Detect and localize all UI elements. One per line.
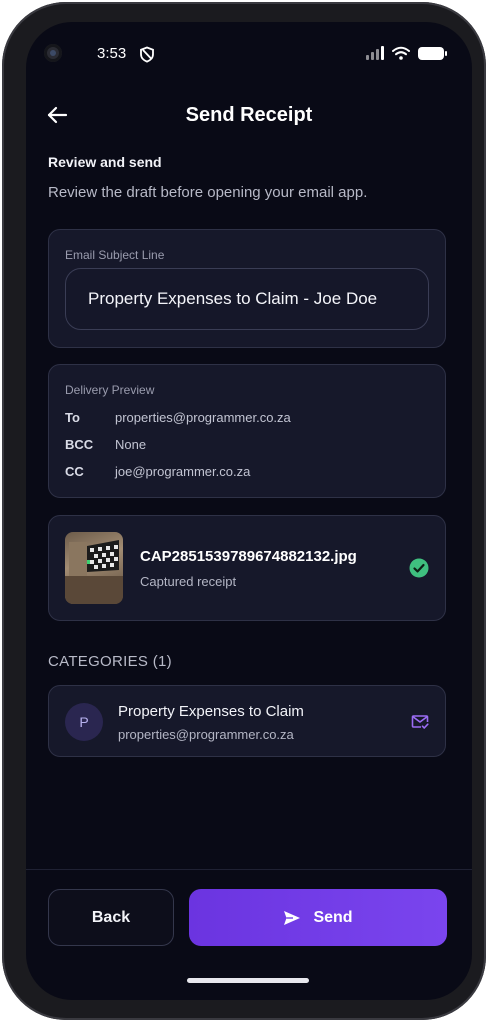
- status-time: 3:53: [97, 45, 127, 62]
- back-button[interactable]: Back: [48, 889, 174, 946]
- delivery-bcc-value: None: [115, 437, 147, 452]
- delivery-label: Delivery Preview: [65, 383, 155, 397]
- delivery-cc-value: joe@programmer.co.za: [115, 464, 251, 479]
- delivery-preview-card: Delivery Preview To properties@programme…: [48, 364, 446, 498]
- mail-check-icon[interactable]: [411, 713, 429, 731]
- app-screen: 3:53 Send Receipt Review and send Review…: [26, 22, 472, 1000]
- subject-card: Email Subject Line Property Expenses to …: [48, 229, 446, 348]
- battery-icon: [418, 46, 447, 60]
- back-button-label: Back: [91, 908, 131, 926]
- category-name: Property Expenses to Claim: [118, 703, 304, 720]
- attachment-file-name: CAP2851539789674882132.jpg: [140, 548, 357, 565]
- subject-input[interactable]: Property Expenses to Claim - Joe Doe: [65, 268, 429, 330]
- delivery-cc-key: CC: [65, 464, 84, 479]
- footer-divider: [26, 869, 472, 870]
- review-heading: Review and send: [48, 154, 162, 170]
- attachment-subtitle: Captured receipt: [140, 574, 237, 589]
- signal-icon: [366, 46, 384, 60]
- category-email: properties@programmer.co.za: [118, 727, 294, 742]
- check-circle-icon: [409, 558, 429, 578]
- send-button[interactable]: Send: [189, 889, 447, 946]
- home-indicator[interactable]: [187, 978, 309, 983]
- review-subtitle: Review the draft before opening your ema…: [48, 184, 368, 201]
- receipt-thumbnail[interactable]: [65, 532, 123, 604]
- front-camera: [44, 44, 62, 62]
- delivery-bcc-key: BCC: [65, 437, 94, 452]
- category-avatar: P: [65, 703, 103, 741]
- wifi-icon: [392, 46, 410, 60]
- send-icon: [284, 910, 301, 925]
- delivery-to-value: properties@programmer.co.za: [115, 410, 291, 425]
- status-icons: [366, 46, 447, 60]
- delivery-to-key: To: [65, 410, 80, 425]
- subject-label: Email Subject Line: [65, 248, 165, 262]
- categories-heading: CATEGORIES (1): [48, 653, 172, 670]
- receipt-photo: [65, 540, 123, 604]
- category-item[interactable]: P Property Expenses to Claim properties@…: [48, 685, 446, 757]
- page-title: Send Receipt: [185, 104, 313, 126]
- send-button-label: Send: [313, 908, 353, 926]
- phone-frame: 3:53 Send Receipt Review and send Review…: [2, 2, 486, 1020]
- shield-icon: [140, 46, 154, 63]
- attachment-card[interactable]: CAP2851539789674882132.jpg Captured rece…: [48, 515, 446, 621]
